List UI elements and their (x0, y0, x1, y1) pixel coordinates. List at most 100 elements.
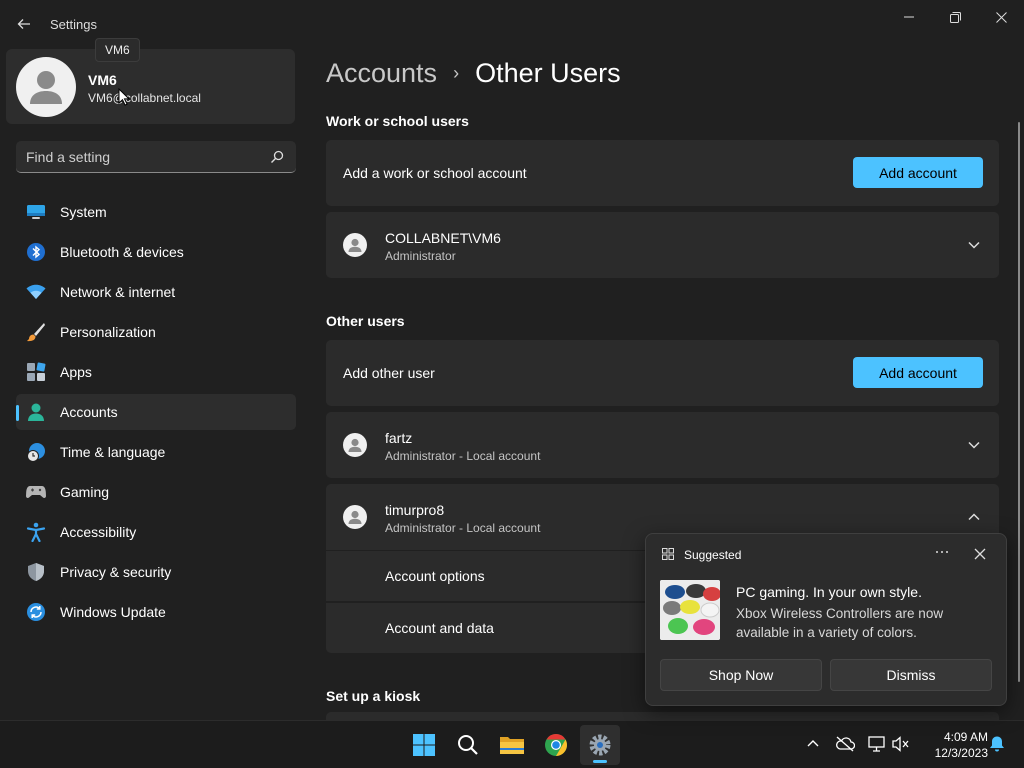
gamepad-icon (26, 482, 46, 502)
search-icon (458, 735, 478, 755)
sidebar-item-network[interactable]: Network & internet (16, 274, 296, 310)
add-work-account-card: Add a work or school account Add account (326, 140, 999, 206)
chrome-icon (545, 734, 567, 756)
mouse-cursor-icon (118, 88, 130, 106)
close-icon (995, 11, 1007, 23)
shield-icon (26, 562, 46, 582)
scrollbar[interactable] (1018, 122, 1020, 682)
taskbar-search-button[interactable] (448, 725, 488, 765)
wifi-icon (26, 282, 46, 302)
search-input[interactable] (26, 141, 266, 172)
sidebar-item-personalization[interactable]: Personalization (16, 314, 296, 350)
onedrive-tray-button[interactable] (834, 733, 856, 755)
dismiss-button[interactable]: Dismiss (830, 659, 992, 691)
user-row-fartz[interactable]: fartz Administrator - Local account (326, 412, 999, 478)
back-button[interactable] (12, 12, 36, 36)
show-hidden-icons-button[interactable] (802, 733, 824, 755)
controllers-image (660, 580, 720, 640)
person-icon (26, 402, 46, 422)
sidebar-item-privacy[interactable]: Privacy & security (16, 554, 296, 590)
restore-icon (949, 11, 961, 23)
network-tray-button[interactable] (866, 733, 888, 755)
restore-button[interactable] (932, 4, 978, 30)
user-name: fartz (385, 430, 413, 446)
notifications-button[interactable] (986, 733, 1008, 755)
sidebar-item-label: Accessibility (60, 524, 137, 540)
profile-email: VM6@collabnet.local (88, 91, 201, 105)
clock-date: 12/3/2023 (934, 746, 988, 760)
notification-title: PC gaming. In your own style. (736, 584, 922, 600)
file-explorer-icon (500, 737, 524, 754)
notification-toast: Suggested PC gaming. In your own style. … (645, 533, 1007, 706)
profile-name: VM6 (88, 72, 117, 88)
add-other-user-button[interactable]: Add account (853, 357, 983, 388)
chevron-down-icon[interactable] (967, 238, 981, 252)
user-avatar-icon (343, 433, 367, 457)
breadcrumb: Accounts › Other Users (326, 58, 621, 89)
app-title: Settings (50, 17, 97, 32)
sidebar-item-label: Time & language (60, 444, 166, 460)
clock-time: 4:09 AM (943, 730, 988, 744)
sidebar-item-accessibility[interactable]: Accessibility (16, 514, 296, 550)
ellipsis-icon (936, 551, 948, 553)
account-options-label: Account options (385, 568, 485, 584)
kiosk-card[interactable] (326, 712, 999, 720)
section-title-work: Work or school users (326, 113, 469, 129)
sidebar-item-gaming[interactable]: Gaming (16, 474, 296, 510)
minimize-button[interactable] (886, 4, 932, 30)
shop-now-button[interactable]: Shop Now (660, 659, 822, 691)
user-row-collabnet-vm6[interactable]: COLLABNET\VM6 Administrator (326, 212, 999, 278)
close-icon[interactable] (972, 546, 988, 562)
bluetooth-icon (26, 242, 46, 262)
user-role: Administrator - Local account (385, 449, 541, 463)
sidebar-item-label: Privacy & security (60, 564, 172, 580)
add-other-user-card: Add other user Add account (326, 340, 999, 406)
breadcrumb-separator: › (453, 63, 460, 83)
start-button[interactable] (404, 725, 444, 765)
tooltip: VM6 (95, 38, 140, 62)
paintbrush-icon (26, 322, 46, 342)
sidebar-item-windows-update[interactable]: Windows Update (16, 594, 296, 630)
volume-tray-button[interactable] (890, 733, 912, 755)
bell-icon (990, 736, 1004, 752)
add-other-user-label: Add other user (343, 365, 435, 381)
sidebar-item-label: Windows Update (60, 604, 166, 620)
user-name: COLLABNET\VM6 (385, 230, 501, 246)
chevron-up-icon[interactable] (967, 510, 981, 524)
breadcrumb-parent[interactable]: Accounts (326, 58, 437, 89)
more-options-button[interactable] (932, 544, 952, 564)
search-icon[interactable] (270, 150, 284, 164)
settings-taskbar-button[interactable] (580, 725, 620, 765)
settings-icon (589, 734, 611, 756)
volume-muted-icon (892, 736, 909, 752)
apps-icon (26, 362, 46, 382)
sidebar-item-accounts[interactable]: Accounts (16, 394, 296, 430)
sidebar-item-time-language[interactable]: Time & language (16, 434, 296, 470)
suggested-app-icon (662, 548, 674, 560)
file-explorer-button[interactable] (492, 725, 532, 765)
sidebar-item-label: System (60, 204, 107, 220)
user-avatar-icon (343, 505, 367, 529)
chevron-up-icon (807, 740, 819, 747)
chevron-down-icon[interactable] (967, 438, 981, 452)
chrome-button[interactable] (536, 725, 576, 765)
add-work-account-label: Add a work or school account (343, 165, 527, 181)
user-name: timurpro8 (385, 502, 445, 518)
close-button[interactable] (978, 4, 1024, 30)
arrow-left-icon (17, 19, 30, 29)
add-work-account-button[interactable]: Add account (853, 157, 983, 188)
sidebar-item-label: Apps (60, 364, 92, 380)
monitor-icon (26, 202, 46, 222)
profile-card[interactable]: VM6 VM6@collabnet.local (6, 49, 295, 124)
sidebar-item-system[interactable]: System (16, 194, 296, 230)
sidebar-item-bluetooth[interactable]: Bluetooth & devices (16, 234, 296, 270)
notification-body: Xbox Wireless Controllers are now availa… (736, 606, 944, 640)
taskbar: 4:09 AM 12/3/2023 (0, 720, 1024, 768)
accessibility-icon (26, 522, 46, 542)
sidebar-item-apps[interactable]: Apps (16, 354, 296, 390)
page-title: Other Users (475, 58, 621, 88)
user-role: Administrator (385, 249, 456, 263)
clock[interactable]: 4:09 AM 12/3/2023 (918, 729, 988, 761)
minimize-icon (904, 16, 914, 18)
start-icon (413, 734, 435, 756)
